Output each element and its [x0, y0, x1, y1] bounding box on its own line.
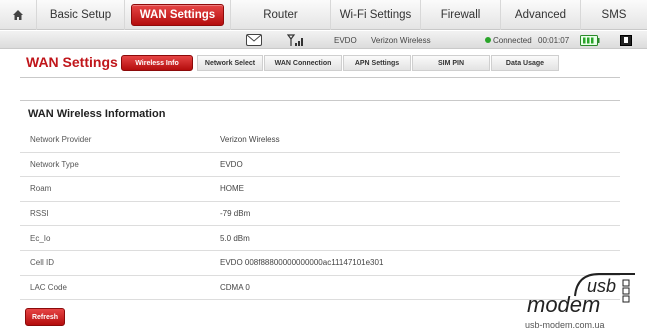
- tab-data-usage[interactable]: Data Usage: [491, 55, 559, 71]
- refresh-button[interactable]: Refresh: [25, 308, 65, 326]
- nav-advanced-label: Advanced: [514, 8, 567, 21]
- nav-wifi-settings-label: Wi-Fi Settings: [339, 8, 412, 21]
- tab-sim-pin[interactable]: SIM PIN: [412, 55, 490, 71]
- device-icon[interactable]: [620, 31, 632, 49]
- top-nav: Basic Setup WAN Settings Router Wi-Fi Se…: [0, 0, 647, 30]
- nav-router[interactable]: Router: [230, 0, 330, 30]
- table-row: Network Provider Verizon Wireless: [20, 128, 620, 153]
- row-label: Ec_Io: [30, 233, 51, 243]
- row-value: -79 dBm: [220, 209, 251, 219]
- table-row: Network Type EVDO: [20, 153, 620, 178]
- watermark-logo: modem usb: [527, 273, 635, 317]
- home-icon: [13, 9, 23, 20]
- battery-icon: [580, 31, 600, 49]
- connected-dot-icon: [485, 37, 491, 43]
- nav-basic-setup-label: Basic Setup: [49, 8, 112, 21]
- status-bar: EVDO Verizon Wireless Connected 00:01:07: [0, 31, 647, 49]
- row-label: Network Type: [30, 159, 79, 169]
- tab-wan-connection-label: WAN Connection: [274, 59, 332, 67]
- tab-data-usage-label: Data Usage: [505, 59, 545, 67]
- watermark-url: usb-modem.com.ua: [525, 320, 605, 330]
- connection-status: Connected: [485, 31, 532, 49]
- row-value: 5.0 dBm: [220, 233, 250, 243]
- table-row: Ec_Io 5.0 dBm: [20, 226, 620, 251]
- svg-text:usb: usb: [587, 276, 616, 296]
- table-row: RSSI -79 dBm: [20, 202, 620, 227]
- row-value: CDMA 0: [220, 282, 250, 292]
- nav-wifi-settings[interactable]: Wi-Fi Settings: [330, 0, 420, 30]
- network-type: EVDO: [334, 35, 357, 45]
- nav-sms-label: SMS: [601, 8, 627, 21]
- refresh-button-label: Refresh: [31, 313, 59, 321]
- nav-advanced[interactable]: Advanced: [500, 0, 580, 30]
- tab-apn-settings[interactable]: APN Settings: [343, 55, 411, 71]
- tab-network-select-label: Network Select: [204, 59, 256, 67]
- header-divider: [20, 77, 620, 78]
- nav-firewall-label: Firewall: [440, 8, 481, 21]
- nav-wan-settings[interactable]: WAN Settings: [124, 0, 230, 30]
- table-row: Roam HOME: [20, 177, 620, 202]
- nav-router-label: Router: [263, 8, 298, 21]
- row-label: Network Provider: [30, 135, 92, 145]
- row-value: EVDO 008f88800000000000ac11147101e301: [220, 258, 384, 268]
- provider-name: Verizon Wireless: [371, 35, 431, 45]
- row-label: LAC Code: [30, 282, 67, 292]
- page-header: WAN Settings Wireless Info Network Selec…: [0, 50, 647, 76]
- row-label: Cell ID: [30, 258, 55, 268]
- connection-timer: 00:01:07: [538, 35, 570, 45]
- row-value: EVDO: [220, 159, 243, 169]
- section-title: WAN Wireless Information: [28, 108, 166, 120]
- connection-label: Connected: [493, 35, 532, 45]
- nav-firewall[interactable]: Firewall: [420, 0, 500, 30]
- signal-strength-icon: [287, 31, 305, 49]
- tab-apn-settings-label: APN Settings: [354, 59, 400, 67]
- nav-sms[interactable]: SMS: [580, 0, 647, 30]
- section-divider: [20, 100, 620, 101]
- page-title: WAN Settings: [26, 54, 118, 70]
- row-label: Roam: [30, 184, 52, 194]
- tab-wireless-info-label: Wireless Info: [135, 59, 179, 67]
- tab-wireless-info[interactable]: Wireless Info: [121, 55, 193, 71]
- tab-sim-pin-label: SIM PIN: [437, 59, 465, 67]
- row-label: RSSI: [30, 209, 49, 219]
- tab-wan-connection[interactable]: WAN Connection: [264, 55, 342, 71]
- row-value: HOME: [220, 184, 244, 194]
- sms-envelope-icon[interactable]: [246, 31, 262, 49]
- row-value: Verizon Wireless: [220, 135, 280, 145]
- tab-network-select[interactable]: Network Select: [197, 55, 263, 71]
- nav-basic-setup[interactable]: Basic Setup: [36, 0, 124, 30]
- nav-wan-settings-label: WAN Settings: [130, 3, 225, 26]
- home-button[interactable]: [0, 0, 36, 30]
